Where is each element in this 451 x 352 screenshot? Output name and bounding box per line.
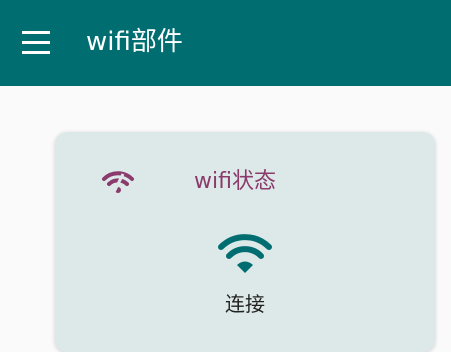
wifi-signal-icon — [102, 171, 134, 195]
connect-label[interactable]: 连接 — [55, 290, 435, 318]
wifi-icon[interactable] — [217, 233, 273, 275]
wifi-status-card: wifi状态 连接 — [55, 132, 435, 352]
card-title: wifi状态 — [194, 169, 276, 194]
menu-icon-bar-middle — [22, 41, 50, 44]
app-bar: wifi部件 — [0, 0, 451, 86]
app-title: wifi部件 — [86, 27, 183, 57]
menu-icon-bar-top — [22, 31, 50, 34]
menu-button[interactable] — [20, 29, 52, 55]
menu-icon-bar-bottom — [22, 51, 50, 54]
